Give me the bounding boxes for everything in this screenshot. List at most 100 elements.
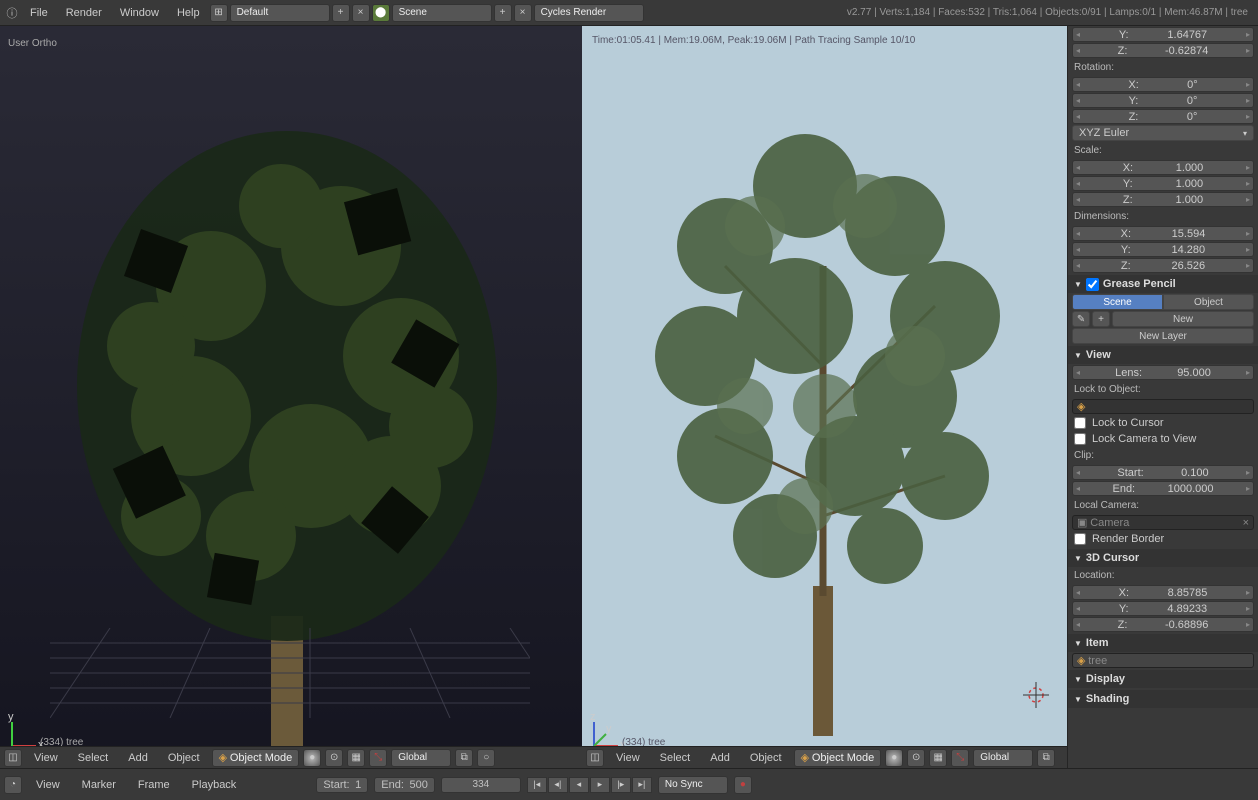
vp-r-menu-select[interactable]: Select	[652, 749, 699, 767]
clip-end-field[interactable]: ◂End:1000.000▸	[1072, 481, 1254, 496]
gp-scene-tab[interactable]: Scene	[1072, 294, 1163, 310]
scale-label: Scale:	[1068, 142, 1258, 159]
vp-r-menu-object[interactable]: Object	[742, 749, 790, 767]
tl-menu-view[interactable]: View	[28, 776, 68, 794]
tl-menu-marker[interactable]: Marker	[74, 776, 124, 794]
rotation-x-field[interactable]: ◂X:0°▸	[1072, 77, 1254, 92]
vp-menu-add[interactable]: Add	[120, 749, 156, 767]
layout-add[interactable]: +	[332, 4, 350, 22]
vp-menu-view[interactable]: View	[26, 749, 66, 767]
display-header[interactable]: Display	[1068, 670, 1258, 688]
scene-add[interactable]: +	[494, 4, 512, 22]
editor-type-icon-r[interactable]: ◫	[586, 749, 604, 767]
snap-icon[interactable]: ⧉	[455, 749, 473, 767]
scale-z-field[interactable]: ◂Z:1.000▸	[1072, 192, 1254, 207]
viewport-rendered[interactable]: Time:01:05.41 | Mem:19.06M, Peak:19.06M …	[582, 26, 1067, 768]
jump-start-button[interactable]: |◂	[527, 777, 547, 793]
layout-remove[interactable]: ×	[352, 4, 370, 22]
play-button[interactable]: ▸	[590, 777, 610, 793]
current-frame-field[interactable]: 334	[441, 777, 521, 793]
orientation-dropdown[interactable]: Global	[391, 749, 451, 767]
view-orientation-label: User Ortho	[8, 38, 57, 49]
shading-icon-r[interactable]: ●	[885, 749, 903, 767]
dim-x-field[interactable]: ◂X:15.594▸	[1072, 226, 1254, 241]
cursor-x-field[interactable]: ◂X:8.85785▸	[1072, 585, 1254, 600]
dim-z-field[interactable]: ◂Z:26.526▸	[1072, 258, 1254, 273]
mode-dropdown[interactable]: ◈ Object Mode	[212, 749, 300, 767]
viewport-3d-left[interactable]: User Ortho x	[0, 26, 582, 768]
scale-y-field[interactable]: ◂Y:1.000▸	[1072, 176, 1254, 191]
item-name-field[interactable]: ◈ tree	[1072, 653, 1254, 668]
pivot-icon-r[interactable]: ⊙	[907, 749, 925, 767]
rotation-mode-dropdown[interactable]: XYZ Euler▾	[1072, 125, 1254, 141]
manipulator-icon-r[interactable]: ⤡	[951, 749, 969, 767]
menu-help[interactable]: Help	[169, 4, 208, 22]
grease-pencil-toggle[interactable]	[1086, 278, 1099, 291]
gp-object-tab[interactable]: Object	[1163, 294, 1254, 310]
gp-add-icon[interactable]: +	[1092, 311, 1110, 327]
info-icon[interactable]: ⓘ	[4, 5, 20, 21]
shading-header[interactable]: Shading	[1068, 690, 1258, 708]
lock-camera-check[interactable]	[1074, 433, 1086, 445]
keyframe-prev-button[interactable]: ◂|	[548, 777, 568, 793]
mode-dropdown-r[interactable]: ◈ Object Mode	[794, 749, 882, 767]
screen-layout-dropdown[interactable]: Default	[230, 4, 330, 22]
vp-r-menu-view[interactable]: View	[608, 749, 648, 767]
autokey-icon[interactable]: ●	[734, 776, 752, 794]
start-frame-field[interactable]: Start: 1	[316, 777, 368, 793]
menu-render[interactable]: Render	[58, 4, 110, 22]
3d-cursor-header[interactable]: 3D Cursor	[1068, 549, 1258, 567]
gp-brush-icon[interactable]: ✎	[1072, 311, 1090, 327]
tl-menu-frame[interactable]: Frame	[130, 776, 178, 794]
view-panel-header[interactable]: View	[1068, 346, 1258, 364]
proportional-icon[interactable]: ○	[477, 749, 495, 767]
render-engine-dropdown[interactable]: Cycles Render	[534, 4, 644, 22]
clip-label: Clip:	[1068, 447, 1258, 464]
layers-icon-r[interactable]: ▦	[929, 749, 947, 767]
tl-menu-playback[interactable]: Playback	[184, 776, 245, 794]
shading-icon[interactable]: ●	[303, 749, 321, 767]
pivot-icon[interactable]: ⊙	[325, 749, 343, 767]
rotation-y-field[interactable]: ◂Y:0°▸	[1072, 93, 1254, 108]
rotation-z-field[interactable]: ◂Z:0°▸	[1072, 109, 1254, 124]
location-y-field[interactable]: ◂Y:1.64767▸	[1072, 27, 1254, 42]
manipulator-icon[interactable]: ⤡	[369, 749, 387, 767]
render-border-check[interactable]	[1074, 533, 1086, 545]
clip-start-field[interactable]: ◂Start:0.100▸	[1072, 465, 1254, 480]
jump-end-button[interactable]: ▸|	[632, 777, 652, 793]
vp-r-menu-add[interactable]: Add	[702, 749, 738, 767]
layout-prev-icon[interactable]: ⊞	[210, 4, 228, 22]
scene-icon[interactable]: ⬤	[372, 4, 390, 22]
vp-menu-select[interactable]: Select	[70, 749, 117, 767]
lock-object-field[interactable]: ◈	[1072, 399, 1254, 414]
end-frame-field[interactable]: End: 500	[374, 777, 435, 793]
vp-menu-object[interactable]: Object	[160, 749, 208, 767]
layers-icon[interactable]: ▦	[347, 749, 365, 767]
gp-new-button[interactable]: New	[1112, 311, 1254, 327]
mesh-icon: ◈	[1077, 654, 1085, 667]
location-z-field[interactable]: ◂Z:-0.62874▸	[1072, 43, 1254, 58]
lens-field[interactable]: ◂Lens:95.000▸	[1072, 365, 1254, 380]
scene-remove[interactable]: ×	[514, 4, 532, 22]
lock-to-cursor-check[interactable]	[1074, 417, 1086, 429]
gp-new-layer-button[interactable]: New Layer	[1072, 328, 1254, 344]
menu-window[interactable]: Window	[112, 4, 167, 22]
lock-to-object-label: Lock to Object:	[1068, 381, 1258, 398]
snap-icon-r[interactable]: ⧉	[1037, 749, 1055, 767]
keyframe-next-button[interactable]: |▸	[611, 777, 631, 793]
playback-controls: |◂ ◂| ◂ ▸ |▸ ▸|	[527, 777, 652, 793]
timeline-editor-icon[interactable]: ◔	[4, 776, 22, 794]
local-camera-field[interactable]: ▣ Camera×	[1072, 515, 1254, 530]
cursor-y-field[interactable]: ◂Y:4.89233▸	[1072, 601, 1254, 616]
scale-x-field[interactable]: ◂X:1.000▸	[1072, 160, 1254, 175]
grease-pencil-header[interactable]: Grease Pencil	[1068, 275, 1258, 293]
menu-file[interactable]: File	[22, 4, 56, 22]
dim-y-field[interactable]: ◂Y:14.280▸	[1072, 242, 1254, 257]
editor-type-icon[interactable]: ◫	[4, 749, 22, 767]
item-header[interactable]: Item	[1068, 634, 1258, 652]
orientation-dropdown-r[interactable]: Global	[973, 749, 1033, 767]
cursor-z-field[interactable]: ◂Z:-0.68896▸	[1072, 617, 1254, 632]
play-reverse-button[interactable]: ◂	[569, 777, 589, 793]
sync-dropdown[interactable]: No Sync	[658, 776, 728, 794]
scene-dropdown[interactable]: Scene	[392, 4, 492, 22]
